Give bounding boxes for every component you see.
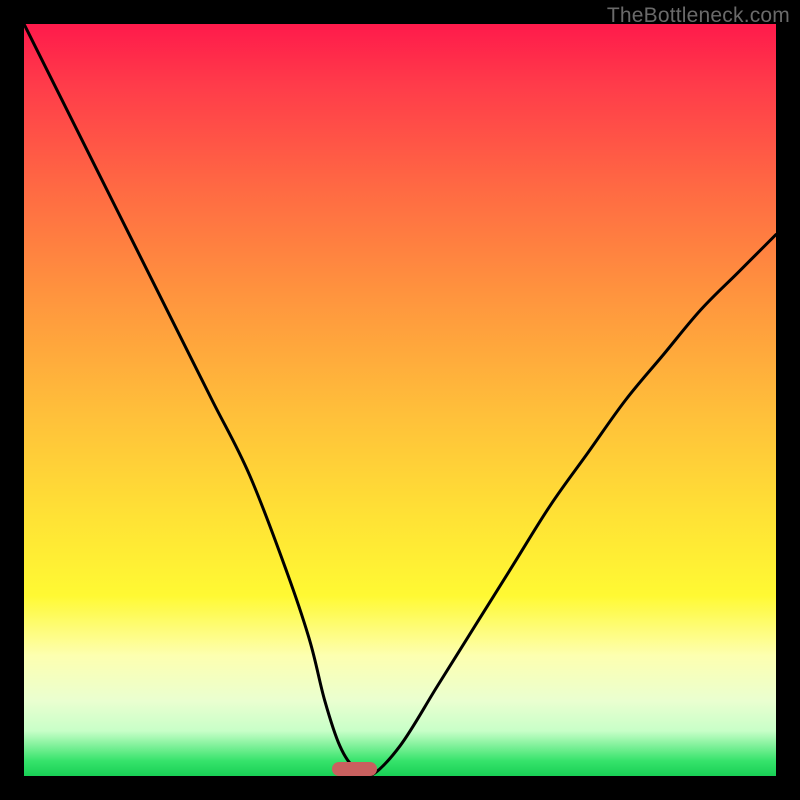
optimal-marker [332,762,377,776]
bottleneck-curve [24,24,776,776]
watermark-text: TheBottleneck.com [607,4,790,28]
chart-area [24,24,776,776]
